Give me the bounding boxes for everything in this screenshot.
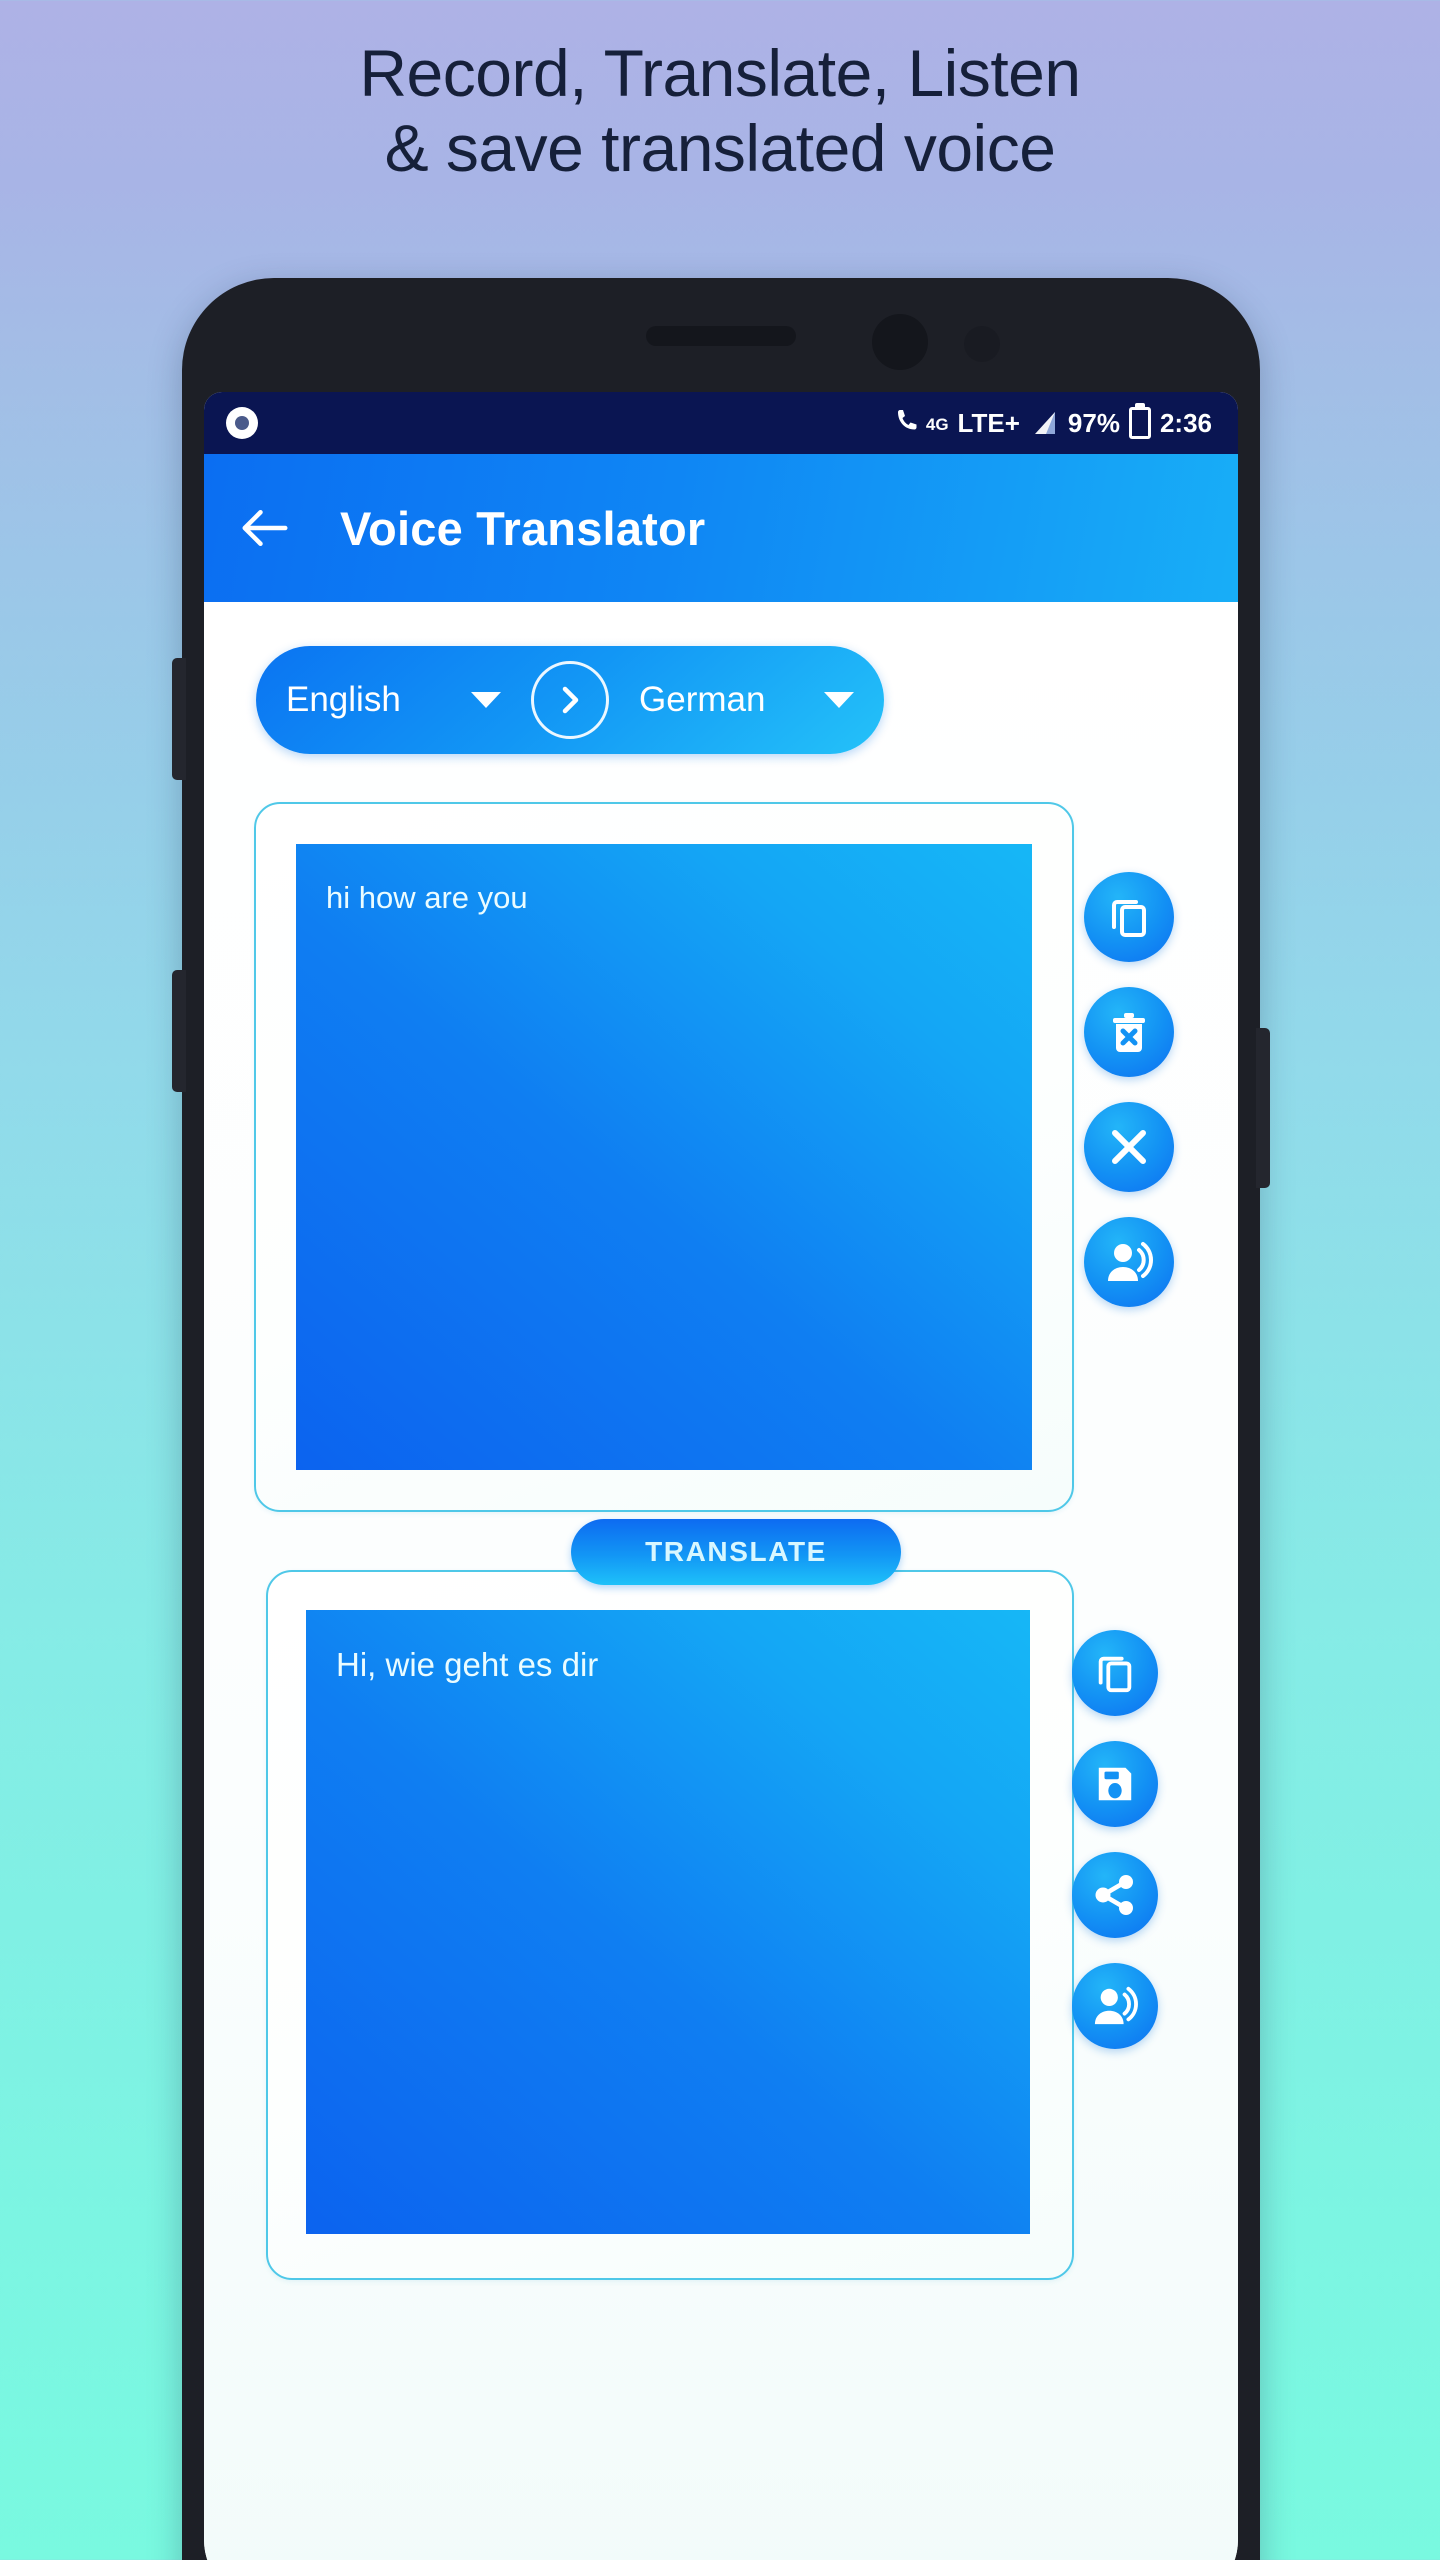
trash-x-icon — [1113, 1013, 1145, 1052]
output-copy-button[interactable] — [1072, 1630, 1158, 1716]
battery-percent-label: 97% — [1067, 407, 1120, 438]
swap-languages-button[interactable] — [531, 661, 609, 739]
clock-label: 2:36 — [1159, 407, 1212, 438]
network-generation-label: 4G — [925, 414, 949, 434]
back-arrow-icon[interactable] — [238, 501, 292, 555]
status-bar: 4G LTE+ 97% 2:36 — [204, 392, 1238, 454]
input-delete-button[interactable] — [1084, 987, 1174, 1077]
share-nodes-icon — [1095, 1875, 1133, 1915]
phone-screen: 4G LTE+ 97% 2:36 Voice Translator Englis… — [204, 392, 1238, 2560]
source-language-dropdown[interactable]: English — [256, 680, 531, 720]
power-button[interactable] — [1256, 1028, 1270, 1188]
front-camera-icon — [872, 314, 928, 370]
input-speak-button[interactable] — [1084, 1217, 1174, 1307]
input-action-column — [1084, 872, 1174, 1307]
output-card: Hi, wie geht es dir — [266, 1570, 1074, 2280]
page-title: Record, Translate, Listen & save transla… — [0, 36, 1440, 186]
source-text-value: hi how are you — [326, 880, 528, 915]
copy-icon — [1098, 1656, 1132, 1693]
translated-text-box[interactable]: Hi, wie geht es dir — [306, 1610, 1030, 2234]
language-selector-bar: English German — [256, 646, 884, 754]
phone-top-bezel — [182, 278, 1260, 392]
status-bar-left — [226, 407, 258, 439]
phone-handset-icon — [897, 410, 917, 430]
app-bar-title: Voice Translator — [340, 501, 706, 555]
caret-down-icon — [824, 692, 854, 708]
phone-mockup: 4G LTE+ 97% 2:36 Voice Translator Englis… — [172, 278, 1270, 2560]
target-language-dropdown[interactable]: German — [609, 680, 884, 720]
output-save-button[interactable] — [1072, 1741, 1158, 1827]
speak-person-icon — [1108, 1242, 1153, 1281]
signal-bars-icon — [1034, 412, 1055, 434]
copy-icon — [1112, 900, 1146, 937]
battery-charging-icon — [1128, 407, 1151, 439]
headline-line-2: & save translated voice — [384, 111, 1056, 186]
output-action-column — [1072, 1630, 1158, 2049]
network-type-label: LTE+ — [957, 407, 1020, 438]
app-bar: Voice Translator — [204, 454, 1238, 602]
output-share-button[interactable] — [1072, 1852, 1158, 1938]
sensor-dot-icon — [964, 326, 1000, 362]
volume-up-button[interactable] — [172, 658, 186, 780]
camera-dot-icon — [226, 407, 258, 439]
speak-person-icon — [1094, 1986, 1138, 2025]
status-bar-right: 4G LTE+ 97% 2:36 — [895, 407, 1212, 439]
target-language-label: German — [639, 680, 766, 719]
source-text-input[interactable]: hi how are you — [296, 844, 1032, 1470]
headline-line-1: Record, Translate, Listen — [359, 36, 1081, 110]
translated-text-value: Hi, wie geht es dir — [336, 1646, 599, 1683]
input-clear-button[interactable] — [1084, 1102, 1174, 1192]
earpiece-speaker-icon — [646, 326, 796, 346]
caret-down-icon — [471, 692, 501, 708]
input-copy-button[interactable] — [1084, 872, 1174, 962]
floppy-save-icon — [1098, 1767, 1132, 1801]
output-speak-button[interactable] — [1072, 1963, 1158, 2049]
close-x-icon — [1112, 1130, 1146, 1164]
main-content: English German hi how are you TRANSLATE … — [204, 602, 1238, 2560]
volume-down-button[interactable] — [172, 970, 186, 1092]
translate-button[interactable]: TRANSLATE — [571, 1519, 901, 1585]
input-card: hi how are you — [254, 802, 1074, 1512]
chevron-right-icon — [562, 686, 579, 714]
source-language-label: English — [286, 680, 401, 719]
